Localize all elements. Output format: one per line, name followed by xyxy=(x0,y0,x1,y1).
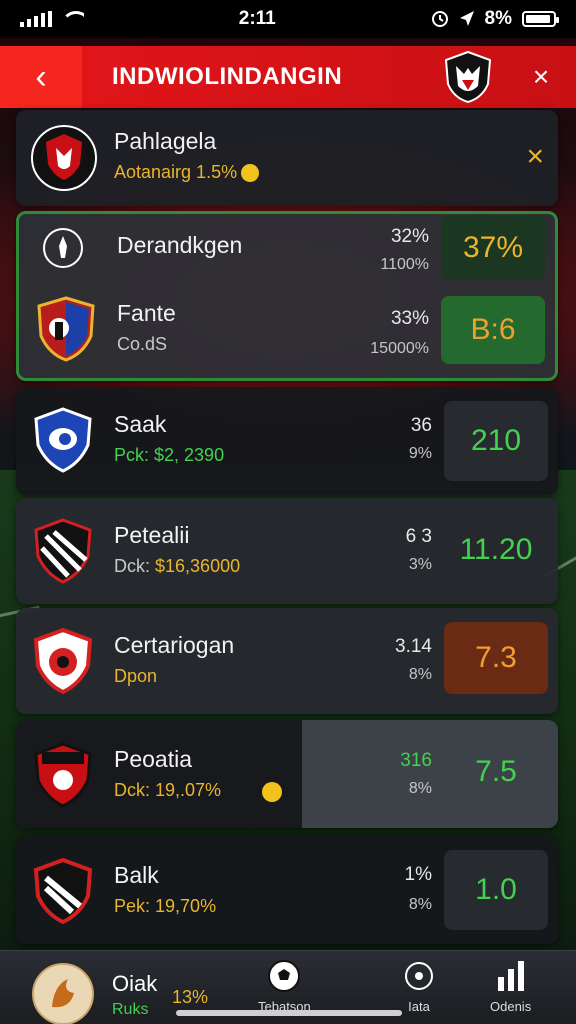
status-time: 2:11 xyxy=(238,8,276,29)
header-bar: ‹ INDWIOLINDANGIN × xyxy=(0,46,576,108)
percent-primary: 36 xyxy=(410,415,432,436)
target-icon xyxy=(405,962,433,990)
team-detail: Dpon xyxy=(114,666,158,686)
odds-button[interactable]: 37% xyxy=(441,216,545,280)
nav-label: Odenis xyxy=(490,999,532,1014)
list-item[interactable]: Balk Pek: 19,70% 1% 8% 1.0 xyxy=(16,836,558,944)
odds-button[interactable]: 11.20 xyxy=(444,516,548,584)
percent-primary: 32% xyxy=(390,226,429,247)
list-item[interactable]: Saak Pck: $2, 2390 36 9% 210 xyxy=(16,387,558,495)
battery-icon xyxy=(521,11,559,27)
team-crest-icon xyxy=(34,742,92,808)
team-name: Fante xyxy=(117,300,176,326)
list-item[interactable]: Derandkgen 32% 1100% 37% xyxy=(19,214,555,298)
team-name: Derandkgen xyxy=(117,232,243,258)
club-crest-logo xyxy=(444,50,492,104)
dismiss-icon[interactable]: × xyxy=(526,140,544,174)
odds-button[interactable]: 7.5 xyxy=(444,738,548,806)
team-crest-icon xyxy=(33,858,93,924)
percent-secondary: 1100% xyxy=(380,256,429,273)
percent-secondary: 8% xyxy=(408,780,432,797)
page-title: INDWIOLINDANGIN xyxy=(112,63,343,90)
team-crest-icon xyxy=(37,296,95,362)
profile-value: 13% xyxy=(172,987,209,1007)
profile-avatar[interactable] xyxy=(32,963,94,1024)
odds-button[interactable]: 7.3 xyxy=(444,622,548,694)
coin-icon xyxy=(241,164,260,183)
team-name: Saak xyxy=(114,411,167,437)
battery-percent: 8% xyxy=(484,8,512,29)
odds-button[interactable]: 1.0 xyxy=(444,850,548,930)
back-arrow-icon: ‹ xyxy=(35,57,47,96)
bar-chart-icon xyxy=(497,961,524,991)
odds-button[interactable]: 210 xyxy=(444,401,548,481)
team-name: Certariogan xyxy=(114,632,235,658)
percent-primary: 3.14 xyxy=(395,636,432,657)
nav-label: Iata xyxy=(408,999,430,1014)
close-icon: × xyxy=(532,61,550,92)
nav-stats[interactable]: Iata xyxy=(402,959,436,1014)
trophy-icon xyxy=(43,228,83,268)
list-item[interactable]: Certariogan Dpon 3.14 8% 7.3 xyxy=(16,608,558,714)
nav-matches[interactable]: Tebatson xyxy=(258,959,311,1014)
featured-team-name: Pahlagela xyxy=(114,128,217,154)
list-item[interactable]: Fante Co.dS 33% 15000% B:6 xyxy=(19,296,555,380)
odds-button[interactable]: B:6 xyxy=(441,296,545,364)
list-item[interactable]: Peoatia Dck: 19,.07% 316 8% 7.5 xyxy=(16,720,558,828)
percent-primary: 33% xyxy=(390,308,429,329)
list-item[interactable]: Petealii Dck: $16,36000 6 3 3% 11.20 xyxy=(16,498,558,604)
profile-name: Oiak xyxy=(112,971,158,996)
team-crest-icon xyxy=(34,518,92,584)
coin-icon xyxy=(262,782,282,802)
location-icon xyxy=(459,11,474,26)
alarm-icon xyxy=(431,11,448,27)
highlighted-match-group: Derandkgen 32% 1100% 37% Fante Co.dS 33%… xyxy=(16,211,558,381)
team-name: Peoatia xyxy=(114,746,193,772)
team-name: Petealii xyxy=(114,522,190,548)
team-crest-icon xyxy=(31,125,97,191)
team-detail: Co.dS xyxy=(117,334,168,354)
team-crest-icon xyxy=(34,407,92,473)
percent-secondary: 9% xyxy=(408,445,432,462)
back-button[interactable]: ‹ xyxy=(0,46,82,108)
percent-primary: 6 3 xyxy=(405,526,432,547)
close-button[interactable]: × xyxy=(516,61,566,93)
nav-odds[interactable]: Odenis xyxy=(490,959,531,1014)
percent-secondary: 3% xyxy=(408,556,432,573)
featured-subtitle: Aotanairg 1.5% xyxy=(114,162,260,183)
home-indicator xyxy=(176,1010,402,1016)
team-name: Balk xyxy=(114,862,159,888)
profile-detail: Ruks xyxy=(112,1001,149,1018)
percent-secondary: 8% xyxy=(408,666,432,683)
team-detail: Dck: $16,36000 xyxy=(114,556,241,576)
percent-primary: 1% xyxy=(404,864,432,885)
percent-secondary: 8% xyxy=(408,896,432,913)
signal-icon xyxy=(20,11,52,27)
status-bar: 2:11 8% xyxy=(0,0,576,38)
soccer-ball-icon xyxy=(268,960,301,992)
team-detail: Dck: 19,.07% xyxy=(114,780,222,800)
wifi-icon xyxy=(62,11,84,27)
percent-primary: 316 xyxy=(400,750,432,771)
team-detail: Pek: 19,70% xyxy=(114,896,217,916)
team-detail: Pck: $2, 2390 xyxy=(114,445,225,465)
team-crest-icon xyxy=(33,628,93,694)
featured-match-card[interactable]: Pahlagela Aotanairg 1.5% × xyxy=(16,110,558,206)
percent-secondary: 15000% xyxy=(370,340,429,357)
